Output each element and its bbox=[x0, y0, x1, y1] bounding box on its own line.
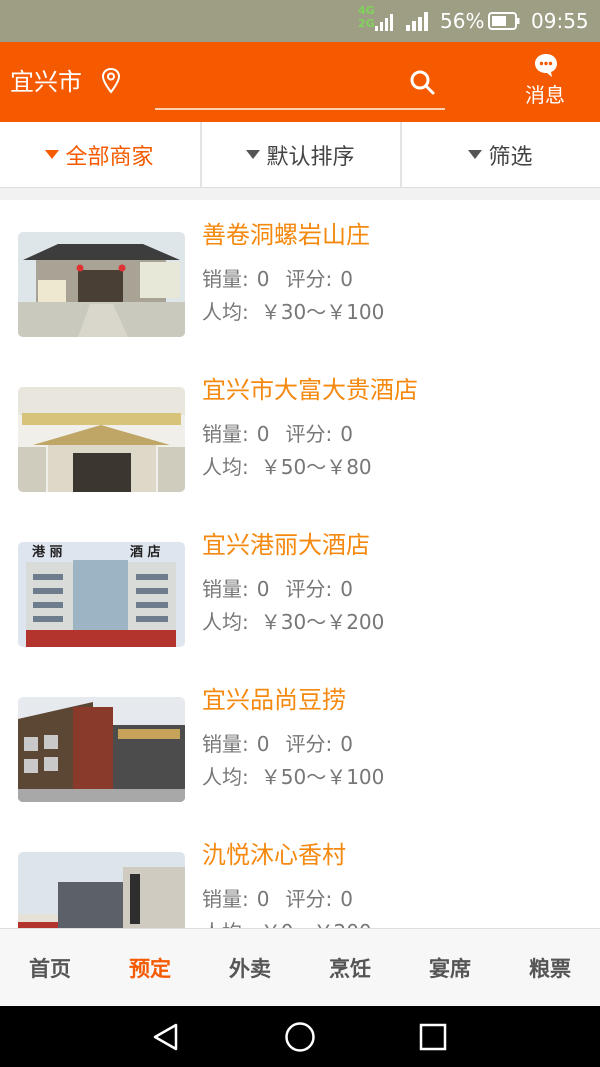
bottom-nav: 首页 预定 外卖 烹饪 宴席 粮票 bbox=[0, 928, 600, 1007]
store-photo bbox=[18, 232, 185, 337]
nav-reserve[interactable]: 预定 bbox=[100, 929, 200, 1007]
photo-sign-left: 港 丽 bbox=[32, 544, 63, 560]
list-item[interactable]: 善卷洞螺岩山庄 销量: 0 评分: 0 人均: ￥30～￥100 bbox=[0, 200, 600, 357]
message-label[interactable]: 消息 bbox=[525, 82, 565, 108]
store-price: 人均: ￥50～￥80 bbox=[202, 455, 372, 479]
store-stats: 销量: 0 评分: 0 bbox=[202, 887, 353, 911]
signal-icon bbox=[375, 14, 393, 31]
store-name[interactable]: 宜兴港丽大酒店 bbox=[202, 528, 370, 562]
tab-default-sort[interactable]: 默认排序 bbox=[201, 122, 400, 187]
store-list[interactable]: 善卷洞螺岩山庄 销量: 0 评分: 0 人均: ￥30～￥100 宜兴市大富大贵酒店 销… bbox=[0, 200, 600, 928]
network-type: 4G 2G bbox=[358, 4, 375, 30]
status-bar: 4G 2G 56% 09:55 bbox=[0, 0, 600, 42]
store-price: 人均:￥0～￥200 bbox=[202, 919, 372, 928]
list-item[interactable]: 港 丽 酒 店 宜兴港丽大酒店 销量: 0 评分: 0 人均: ￥30～￥200 bbox=[0, 510, 600, 667]
photo-sign-right: 酒 店 bbox=[130, 544, 161, 560]
top-bar: 宜兴市 消息 bbox=[0, 42, 600, 122]
store-price: 人均: ￥30～￥200 bbox=[202, 610, 385, 634]
signal-icon-2 bbox=[406, 12, 428, 31]
store-name[interactable]: 宜兴品尚豆捞 bbox=[202, 683, 346, 717]
dropdown-arrow-icon bbox=[468, 150, 483, 159]
store-name[interactable]: 善卷洞螺岩山庄 bbox=[202, 218, 370, 252]
nav-takeout[interactable]: 外卖 bbox=[200, 929, 300, 1007]
store-name[interactable]: 宜兴市大富大贵酒店 bbox=[202, 373, 418, 407]
battery-percent: 56% bbox=[440, 9, 485, 33]
list-item[interactable]: 氿悦沐心香村 销量:0评分:0 人均:￥0～￥200 bbox=[0, 820, 600, 928]
message-icon[interactable] bbox=[533, 52, 559, 78]
dropdown-arrow-icon bbox=[45, 150, 60, 159]
nav-banquet[interactable]: 宴席 bbox=[400, 929, 500, 1007]
filter-bar: 全部商家 默认排序 筛选 bbox=[0, 122, 600, 188]
nav-food-coupons[interactable]: 粮票 bbox=[500, 929, 600, 1007]
recent-apps-icon[interactable] bbox=[418, 1022, 448, 1052]
store-price: 人均: ￥30～￥100 bbox=[202, 300, 385, 324]
back-icon[interactable] bbox=[150, 1022, 182, 1052]
city-selector[interactable]: 宜兴市 bbox=[10, 66, 82, 98]
store-photo: 港 丽 酒 店 bbox=[18, 542, 185, 647]
nav-cooking[interactable]: 烹饪 bbox=[300, 929, 400, 1007]
store-stats: 销量: 0 评分: 0 bbox=[202, 577, 353, 601]
store-photo bbox=[18, 852, 185, 928]
battery-icon bbox=[488, 12, 520, 30]
clock: 09:55 bbox=[531, 9, 589, 33]
store-stats: 销量: 0 评分: 0 bbox=[202, 267, 353, 291]
store-photo bbox=[18, 387, 185, 492]
store-photo bbox=[18, 697, 185, 802]
store-stats: 销量: 0 评分: 0 bbox=[202, 422, 353, 446]
nav-home[interactable]: 首页 bbox=[0, 929, 100, 1007]
store-price: 人均: ￥50～￥100 bbox=[202, 765, 385, 789]
list-item[interactable]: 宜兴市大富大贵酒店 销量: 0 评分: 0 人均: ￥50～￥80 bbox=[0, 355, 600, 512]
search-icon[interactable] bbox=[408, 68, 436, 96]
system-nav-bar bbox=[0, 1006, 600, 1067]
store-name[interactable]: 氿悦沐心香村 bbox=[202, 838, 346, 872]
location-pin-icon[interactable] bbox=[100, 66, 122, 96]
list-item[interactable]: 宜兴品尚豆捞 销量: 0 评分: 0 人均: ￥50～￥100 bbox=[0, 665, 600, 822]
home-circle-icon[interactable] bbox=[284, 1021, 316, 1053]
search-input[interactable] bbox=[155, 108, 445, 110]
dropdown-arrow-icon bbox=[246, 150, 261, 159]
store-stats: 销量: 0 评分: 0 bbox=[202, 732, 353, 756]
tab-filter[interactable]: 筛选 bbox=[401, 122, 600, 187]
tab-all-merchants[interactable]: 全部商家 bbox=[0, 122, 199, 187]
